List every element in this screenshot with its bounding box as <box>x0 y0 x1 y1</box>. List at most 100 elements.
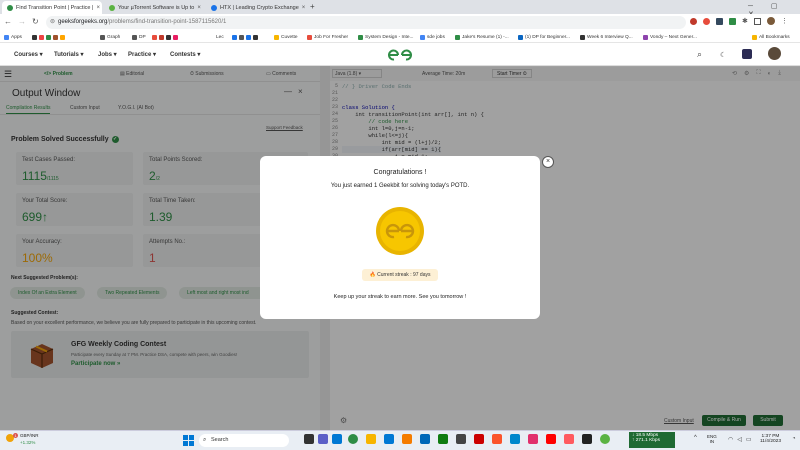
tab-title: HTX | Leading Crypto Exchange <box>220 4 299 11</box>
bookmark-icon[interactable] <box>32 34 37 40</box>
youtube-icon[interactable] <box>546 434 556 444</box>
bookmark-icon <box>643 34 648 40</box>
extension-icon[interactable] <box>703 17 710 25</box>
teams-icon[interactable] <box>318 434 328 444</box>
profile-avatar[interactable] <box>766 17 775 25</box>
notification-icon[interactable] <box>742 49 752 59</box>
nav-practice[interactable]: Practice ▾ <box>128 51 156 58</box>
bookmark-icon[interactable] <box>253 34 258 40</box>
bookmark-sde-jobs[interactable]: sde jobs <box>420 33 445 41</box>
url-path: /problems/find-transition-point-15871156… <box>107 19 227 25</box>
stocks-label[interactable]: GBP/INR <box>20 433 39 438</box>
terminal-icon[interactable] <box>582 434 592 444</box>
brave-icon[interactable] <box>492 434 502 444</box>
bookmark-dp-beginner[interactable]: (1) DP for Beginner... <box>518 33 570 41</box>
gfg-logo-icon[interactable] <box>387 49 413 61</box>
url-input[interactable]: ⊜ geeksforgeeks.org/problems/find-transi… <box>46 16 686 29</box>
folder-icon <box>100 34 105 40</box>
nav-tutorials[interactable]: Tutorials ▾ <box>54 51 84 58</box>
meet-icon[interactable] <box>332 434 342 444</box>
bookmark-icon[interactable] <box>166 34 171 40</box>
close-tab-icon[interactable]: × <box>194 5 201 11</box>
telegram-icon[interactable] <box>510 434 520 444</box>
file-explorer-icon[interactable] <box>366 434 376 444</box>
app-icon[interactable] <box>564 434 574 444</box>
xbox-icon[interactable] <box>438 434 448 444</box>
bookmark-icon[interactable] <box>239 34 244 40</box>
clock[interactable]: 1:37 PM 11/4/2023 <box>760 434 781 444</box>
notifications-icon[interactable]: ◔ <box>792 436 796 442</box>
nav-contests[interactable]: Contests ▾ <box>170 51 200 58</box>
site-nav: Courses ▾ Tutorials ▾ Jobs ▾ Practice ▾ … <box>0 43 800 66</box>
side-panel-icon[interactable] <box>753 17 761 25</box>
browser-tab-active[interactable]: Find Transition Point | Practice | × <box>2 1 102 14</box>
bookmark-icon[interactable] <box>173 34 178 40</box>
browser-menu-icon[interactable]: ⋮ <box>781 17 788 25</box>
nav-jobs[interactable]: Jobs ▾ <box>98 51 117 58</box>
modal-title: Congratulations ! <box>373 169 427 176</box>
windows-start-icon[interactable] <box>183 435 194 446</box>
utorrent-icon[interactable] <box>600 434 610 444</box>
modal-footer: Keep up your streak to earn more. See yo… <box>333 294 467 300</box>
bookmark-icon[interactable] <box>60 34 65 40</box>
user-avatar[interactable] <box>768 47 781 60</box>
bookmark-icon[interactable] <box>152 34 157 40</box>
bookmark-lec[interactable]: Lec <box>216 33 224 41</box>
edge-icon[interactable] <box>384 434 394 444</box>
bookmark-icon[interactable] <box>246 34 251 40</box>
search-icon[interactable]: ⌕ <box>697 49 702 60</box>
bookmark-vondy[interactable]: Vondy – Next Gener... <box>643 33 697 41</box>
extensions-puzzle-icon[interactable]: ✱ <box>742 17 748 25</box>
forward-icon[interactable]: → <box>18 17 26 26</box>
browser-tab[interactable]: HTX | Leading Crypto Exchange × <box>206 1 306 14</box>
chrome-icon[interactable] <box>348 434 358 444</box>
bookmark-icon[interactable] <box>232 34 237 40</box>
wifi-icon[interactable]: ◠ <box>728 436 733 443</box>
potd-congrats-modal: Congratulations ! You just earned 1 Geek… <box>260 156 540 319</box>
theme-toggle-icon[interactable]: ☾ <box>720 51 726 59</box>
bookmark-dp[interactable]: DP <box>132 33 146 41</box>
bookmark-system-design[interactable]: System Design - Inte... <box>358 33 414 41</box>
extension-icon[interactable] <box>729 17 736 25</box>
extension-icon[interactable] <box>690 17 697 25</box>
close-tab-icon[interactable]: × <box>299 5 306 11</box>
nav-courses[interactable]: Courses ▾ <box>14 51 43 58</box>
bookmark-icon <box>420 34 425 40</box>
all-bookmarks[interactable]: All Bookmarks <box>752 33 790 41</box>
volume-icon[interactable]: ◁ <box>737 436 742 443</box>
tray-chevron-icon[interactable]: ^ <box>694 435 697 441</box>
extension-icon[interactable] <box>716 17 723 25</box>
bookmark-icons-cluster-3 <box>232 33 260 41</box>
bookmark-icon <box>580 34 585 40</box>
bookmark-icon[interactable] <box>53 34 58 40</box>
task-view-icon[interactable] <box>304 434 314 444</box>
store-icon[interactable] <box>420 434 430 444</box>
close-modal-icon[interactable]: × <box>542 156 554 168</box>
app-icon[interactable] <box>456 434 466 444</box>
vlc-icon[interactable] <box>402 434 412 444</box>
new-tab-button[interactable]: + <box>310 2 315 11</box>
reload-icon[interactable]: ↻ <box>32 17 39 26</box>
bookmark-icon[interactable] <box>46 34 51 40</box>
close-tab-icon[interactable]: × <box>93 5 100 11</box>
bookmark-job-for-fresher[interactable]: Job For Fresher <box>307 33 348 41</box>
network-speed-widget[interactable]: ↓ 18.5 Mbps ↑ 271.1 Kbps <box>629 432 675 448</box>
extension-icons: ✱ ⋮ <box>690 17 788 25</box>
bookmark-graph[interactable]: Graph <box>100 33 120 41</box>
bookmark-icon <box>455 34 460 40</box>
site-info-icon[interactable]: ⊜ <box>50 16 55 29</box>
bookmark-jakes-resume[interactable]: Jake's Resume (1) -... <box>455 33 509 41</box>
browser-tab[interactable]: Your µTorrent Software is Up to × <box>104 1 204 14</box>
instagram-icon[interactable] <box>528 434 538 444</box>
language-indicator[interactable]: ENG IN <box>707 434 717 444</box>
notification-badge: 1 <box>13 433 18 438</box>
battery-icon[interactable]: ▭ <box>746 436 752 443</box>
bookmark-week6[interactable]: Week 6 Interview Q... <box>580 33 633 41</box>
taskbar-search-input[interactable]: ⌕ Search <box>199 434 289 447</box>
bookmark-icon[interactable] <box>39 34 44 40</box>
app-icon[interactable] <box>474 434 484 444</box>
bookmark-apps[interactable]: Apps <box>4 33 22 41</box>
bookmark-cuvette[interactable]: Cuvette <box>274 33 298 41</box>
back-icon[interactable]: ← <box>4 17 12 26</box>
bookmark-icon[interactable] <box>159 34 164 40</box>
